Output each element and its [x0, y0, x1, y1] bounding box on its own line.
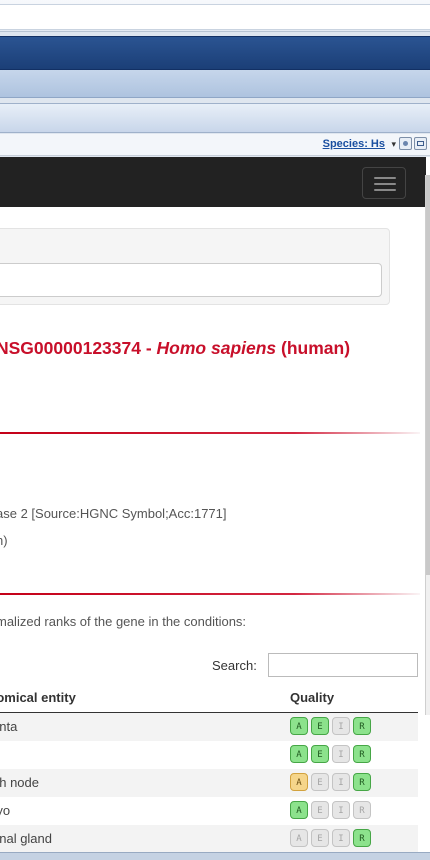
hamburger-menu-icon[interactable] — [362, 167, 406, 199]
anatomical-entity-cell[interactable]: enta — [0, 719, 17, 734]
quality-badge: E — [311, 773, 329, 791]
species-bar: Species: Hs ▾ — [0, 134, 430, 156]
anatomical-entity-cell[interactable]: enal gland — [0, 831, 52, 846]
anatomical-entity-cell[interactable]: ph node — [0, 775, 39, 790]
quality-badge: A — [290, 829, 308, 847]
scrollbar-thumb[interactable] — [426, 175, 430, 575]
quality-badge: I — [332, 801, 350, 819]
column-header-anatomical-entity[interactable]: tomical entity — [0, 690, 76, 705]
quality-cell: AEIR — [290, 773, 374, 793]
anatomical-entity-cell[interactable]: ryo — [0, 803, 10, 818]
navbar — [0, 157, 426, 207]
quality-cell: AEIR — [290, 745, 374, 765]
quality-badge: I — [332, 773, 350, 791]
table-row[interactable]: enal gland AEIR — [0, 825, 418, 853]
column-header-quality[interactable]: Quality — [290, 690, 334, 705]
quality-badge: I — [332, 745, 350, 763]
common-name: (human) — [276, 338, 351, 358]
quality-badge: A — [290, 773, 308, 791]
section-divider — [0, 432, 420, 434]
quality-badge: R — [353, 773, 371, 791]
quality-badge: R — [353, 801, 371, 819]
bottom-bar — [0, 852, 430, 860]
table-search-input[interactable] — [268, 653, 418, 677]
gene-id: NSG00000123374 - — [0, 338, 157, 358]
quality-badge: A — [290, 801, 308, 819]
expression-description: malized ranks of the gene in the conditi… — [0, 614, 247, 629]
page-title: NSG00000123374 - Homo sapiens (human) — [0, 338, 430, 359]
quality-badge: R — [353, 745, 371, 763]
quality-badge: E — [311, 801, 329, 819]
chevron-down-icon[interactable]: ▾ — [391, 139, 396, 150]
tab-bar — [0, 103, 430, 133]
section-divider — [0, 593, 420, 595]
quality-badge: A — [290, 717, 308, 735]
table-row[interactable]: AEIR — [0, 741, 418, 769]
quality-badge: R — [353, 717, 371, 735]
quality-badge: E — [311, 717, 329, 735]
species-selector-link[interactable]: Species: Hs — [323, 138, 385, 150]
table-row[interactable]: enta AEIR — [0, 713, 418, 741]
quality-cell: AEIR — [290, 717, 374, 737]
window-icon[interactable] — [414, 137, 427, 150]
quality-badge: I — [332, 717, 350, 735]
gene-description: ase 2 [Source:HGNC Symbol;Acc:1771] — [0, 506, 227, 521]
scrollbar[interactable] — [425, 175, 430, 715]
address-field[interactable] — [0, 4, 430, 30]
gene-organism: n) — [0, 533, 8, 548]
top-strip — [0, 0, 430, 32]
quality-cell: AEIR — [290, 801, 374, 821]
quality-badge: E — [311, 745, 329, 763]
main-content: NSG00000123374 - Homo sapiens (human) as… — [0, 157, 430, 860]
menu-bar — [0, 70, 430, 98]
table-row[interactable]: ryo AEIR — [0, 797, 418, 825]
table-search-label: Search: — [212, 658, 257, 673]
globe-icon[interactable] — [399, 137, 412, 150]
table-row[interactable]: ph node AEIR — [0, 769, 418, 797]
quality-badge: I — [332, 829, 350, 847]
species-name: Homo sapiens — [156, 338, 277, 358]
gene-search-input[interactable] — [0, 263, 382, 297]
quality-badge: A — [290, 745, 308, 763]
quality-badge: E — [311, 829, 329, 847]
header-bar — [0, 36, 430, 70]
quality-cell: AEIR — [290, 829, 374, 849]
search-panel — [0, 228, 390, 305]
quality-badge: R — [353, 829, 371, 847]
